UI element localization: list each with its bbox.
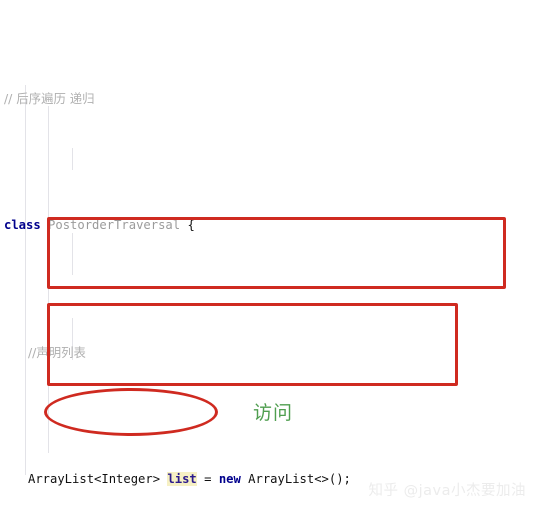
watermark: 知乎 @java小杰要加油 [368, 483, 526, 499]
code-line-3: //声明列表 [0, 342, 536, 363]
comment-postorder-recursive: // 后序遍历 递归 [4, 90, 95, 106]
variable-list-declaration: list [167, 472, 197, 487]
space5 [211, 472, 218, 486]
code-screenshot: // 后序遍历 递归 class PostorderTraversal { //… [0, 0, 536, 514]
code-line-2: class PostorderTraversal { [0, 215, 536, 236]
constructor-arraylist-1: ArrayList<>(); [248, 472, 351, 487]
keyword-new-1: new [218, 472, 241, 487]
code-editor-content[interactable]: // 后序遍历 递归 class PostorderTraversal { //… [0, 0, 536, 514]
keyword-class: class [4, 218, 41, 232]
class-name-postordertraversal: PostorderTraversal [48, 218, 181, 232]
annotation-note-visit: 访问 [253, 402, 294, 424]
type-arraylist-integer: ArrayList<Integer> [28, 472, 161, 487]
brace-open-class: { [187, 218, 195, 232]
code-line-1: // 后序遍历 递归 [0, 88, 536, 109]
comment-declare-list: //声明列表 [28, 345, 86, 361]
